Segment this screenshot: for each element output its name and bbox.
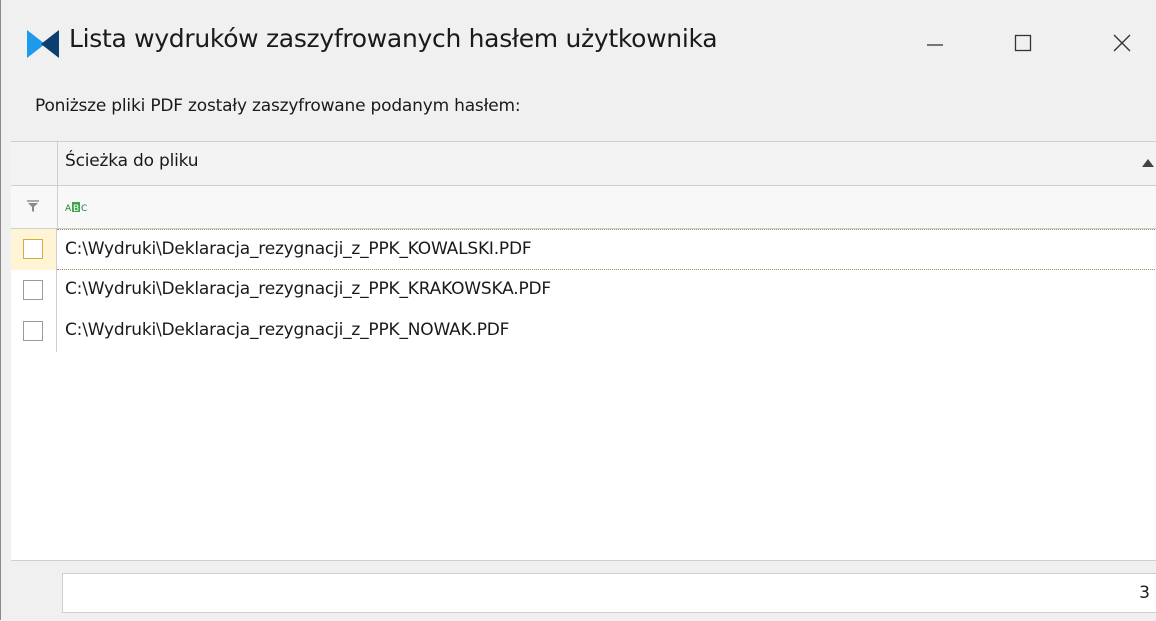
row-checkbox[interactable] bbox=[23, 321, 43, 341]
file-path-text: C:\Wydruki\Deklaracja_rezygnacji_z_PPK_N… bbox=[65, 320, 510, 340]
grid-filter-row[interactable]: A B C bbox=[11, 186, 1156, 229]
table-row[interactable]: C:\Wydruki\Deklaracja_rezygnacji_z_PPK_K… bbox=[11, 229, 1156, 270]
filter-indicator-cell[interactable] bbox=[11, 186, 58, 228]
row-indicator[interactable] bbox=[11, 270, 57, 311]
dialog-window: Lista wydruków zaszyfrowanych hasłem uży… bbox=[0, 0, 1156, 621]
close-icon bbox=[1113, 34, 1131, 52]
svg-text:C: C bbox=[81, 204, 87, 213]
abc-text-filter-icon[interactable]: A B C bbox=[65, 201, 91, 213]
maximize-icon bbox=[1014, 34, 1032, 52]
sort-ascending-icon[interactable] bbox=[1141, 158, 1155, 168]
grid-header-row: Ścieżka do pliku bbox=[11, 142, 1156, 186]
comarch-logo-icon bbox=[27, 30, 59, 58]
close-button[interactable] bbox=[1093, 18, 1151, 68]
window-title: Lista wydruków zaszyfrowanych hasłem uży… bbox=[69, 24, 718, 53]
minimize-button[interactable] bbox=[906, 18, 964, 68]
title-bar[interactable]: Lista wydruków zaszyfrowanych hasłem uży… bbox=[1, 0, 1156, 86]
description-text: Poniższe pliki PDF zostały zaszyfrowane … bbox=[35, 96, 521, 116]
row-checkbox[interactable] bbox=[23, 280, 43, 300]
file-path-cell[interactable]: C:\Wydruki\Deklaracja_rezygnacji_z_PPK_N… bbox=[57, 311, 1156, 352]
row-checkbox[interactable] bbox=[23, 239, 43, 259]
header-indicator-cell bbox=[11, 142, 58, 185]
minimize-icon bbox=[927, 44, 943, 46]
file-path-cell[interactable]: C:\Wydruki\Deklaracja_rezygnacji_z_PPK_K… bbox=[57, 229, 1156, 270]
filter-icon[interactable] bbox=[26, 199, 40, 213]
file-path-text: C:\Wydruki\Deklaracja_rezygnacji_z_PPK_K… bbox=[65, 279, 551, 299]
table-row[interactable]: C:\Wydruki\Deklaracja_rezygnacji_z_PPK_K… bbox=[11, 270, 1156, 311]
file-path-cell[interactable]: C:\Wydruki\Deklaracja_rezygnacji_z_PPK_K… bbox=[57, 270, 1156, 311]
row-indicator[interactable] bbox=[11, 229, 57, 270]
record-count: 3 bbox=[1139, 583, 1150, 603]
record-count-box: 3 bbox=[62, 573, 1156, 613]
grid-footer: 3 bbox=[11, 560, 1156, 621]
svg-text:A: A bbox=[65, 204, 72, 213]
row-indicator[interactable] bbox=[11, 311, 57, 352]
files-grid[interactable]: Ścieżka do pliku A B C C:\Wydruki\Deklar… bbox=[11, 141, 1156, 561]
svg-text:B: B bbox=[73, 204, 79, 213]
maximize-button[interactable] bbox=[994, 18, 1052, 68]
column-header-file-path[interactable]: Ścieżka do pliku bbox=[65, 151, 199, 171]
table-row[interactable]: C:\Wydruki\Deklaracja_rezygnacji_z_PPK_N… bbox=[11, 311, 1156, 352]
file-path-text: C:\Wydruki\Deklaracja_rezygnacji_z_PPK_K… bbox=[65, 239, 532, 259]
